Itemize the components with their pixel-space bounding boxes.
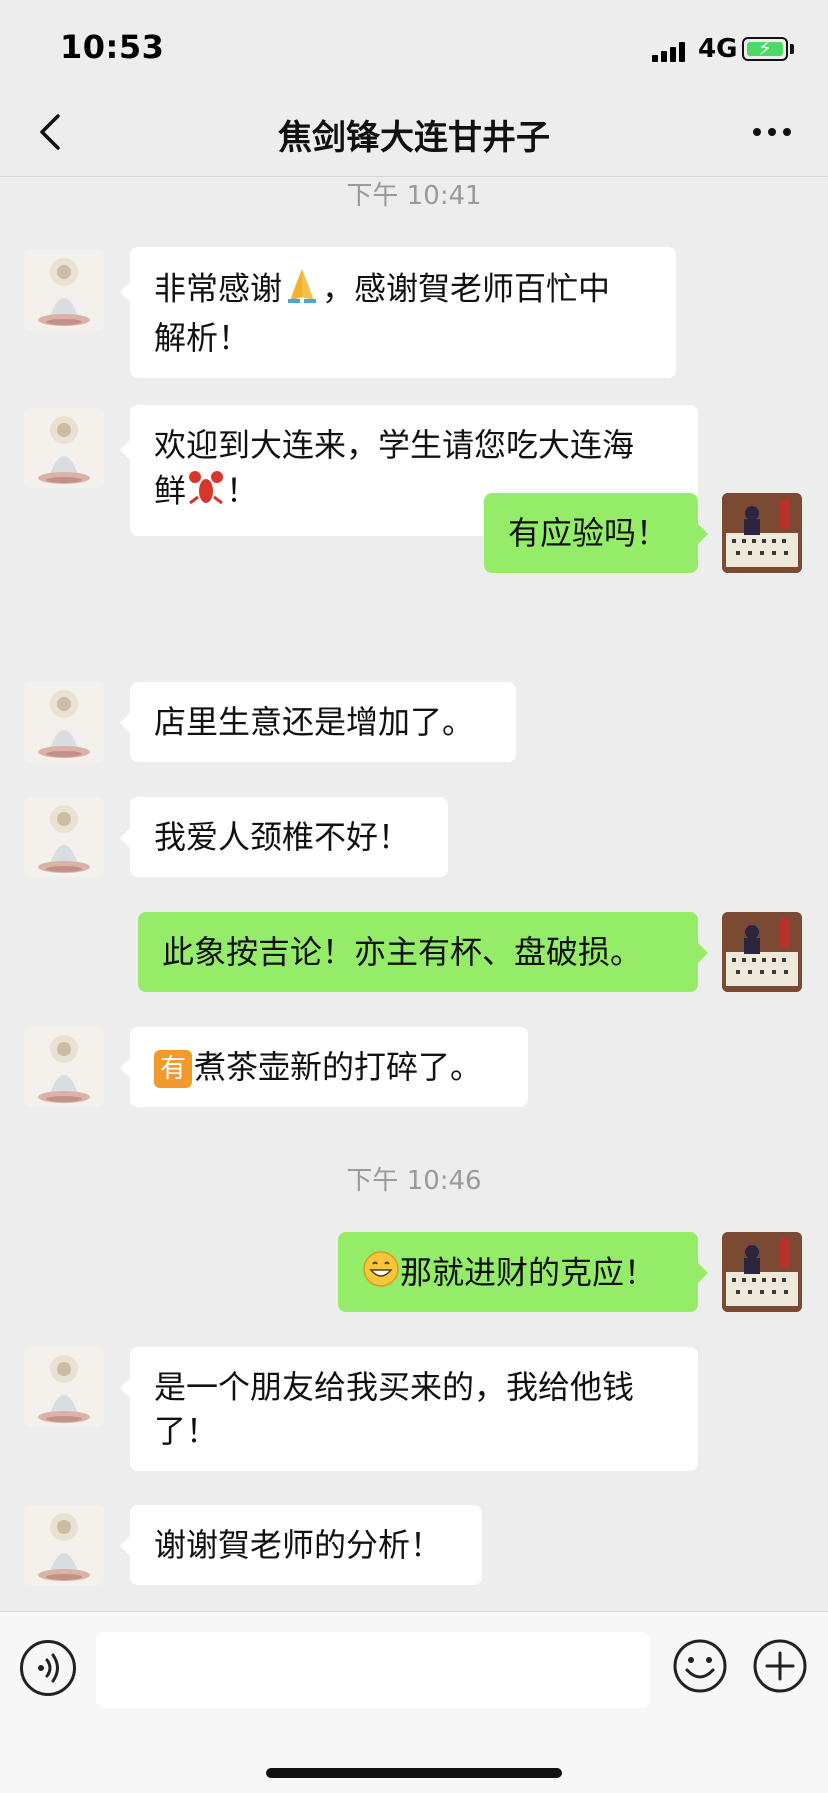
message-bubble[interactable]: 那就进财的克应！ (338, 1232, 698, 1312)
you-badge-icon: 有 (154, 1050, 192, 1088)
plus-icon (753, 1639, 807, 1693)
chat-title: 焦剑锋大连甘井子 (278, 118, 550, 158)
more-actions-button[interactable] (752, 1638, 808, 1694)
message-text: 店里生意还是增加了。 (154, 703, 475, 741)
message-text: ！ (226, 471, 259, 510)
guanyin-avatar-image (24, 1347, 104, 1427)
my-avatar[interactable] (722, 1232, 802, 1312)
message-text: 我爱人颈椎不好！ (154, 818, 411, 856)
charging-bolt-icon: ⚡ (758, 36, 773, 60)
guanyin-avatar-image (24, 797, 104, 877)
message-text: 鲜 (154, 471, 187, 510)
battery-cap (790, 44, 794, 54)
contact-avatar[interactable] (24, 408, 104, 488)
status-bar: 10:53 4G ⚡ (0, 0, 828, 88)
message-text: 谢谢賀老师的分析！ (154, 1526, 443, 1564)
message-text: 有应验吗！ (508, 514, 669, 552)
message-bubble[interactable]: 此象按吉论！亦主有杯、盘破损。 (138, 912, 698, 992)
lobster-emoji (186, 467, 226, 518)
emoji-button[interactable] (672, 1638, 728, 1694)
calligraphy-avatar-image (722, 912, 802, 992)
calligraphy-avatar-image (722, 493, 802, 573)
contact-avatar[interactable] (24, 797, 104, 877)
contact-avatar[interactable] (24, 682, 104, 762)
message-bubble[interactable]: 有应验吗！ (484, 493, 698, 573)
guanyin-avatar-image (24, 1027, 104, 1107)
message-text: 解析！ (154, 319, 251, 357)
message-text: 了！ (154, 1412, 219, 1450)
contact-avatar[interactable] (24, 1027, 104, 1107)
message-input[interactable] (96, 1632, 650, 1708)
message-bubble[interactable]: 是一个朋友给我买来的，我给他钱 了！ (130, 1347, 698, 1471)
message-bubble[interactable]: 我爱人颈椎不好！ (130, 797, 448, 877)
message-text: ，感谢賀老师百忙中 (322, 269, 611, 308)
smiley-icon (673, 1639, 727, 1693)
network-type: 4G (698, 34, 738, 64)
message-text: 那就进财的克应！ (400, 1253, 657, 1292)
nav-bar: 焦剑锋大连甘井子 (0, 88, 828, 177)
guanyin-avatar-image (24, 250, 104, 330)
my-avatar[interactable] (722, 912, 802, 992)
voice-wave-icon (38, 1653, 59, 1683)
status-time: 10:53 (60, 28, 165, 66)
contact-avatar[interactable] (24, 250, 104, 330)
message-text: 非常感谢 (154, 269, 283, 308)
chat-area[interactable]: 下午 10:41 非常感谢 ，感谢賀老师百忙中 解析！ 欢迎到大连来，学生请您吃大… (0, 177, 828, 1611)
message-bubble[interactable]: 谢谢賀老师的分析！ (130, 1505, 482, 1585)
contact-avatar[interactable] (24, 1347, 104, 1427)
contact-avatar[interactable] (24, 1505, 104, 1585)
more-button[interactable] (742, 106, 802, 158)
guanyin-avatar-image (24, 682, 104, 762)
home-indicator (266, 1768, 562, 1778)
message-text: 煮茶壶新的打碎了。 (194, 1048, 483, 1086)
voice-input-button[interactable] (20, 1640, 76, 1696)
pray-emoji (282, 265, 322, 316)
cellular-signal-icon (652, 40, 688, 62)
calligraphy-avatar-image (722, 1232, 802, 1312)
message-bubble[interactable]: 店里生意还是增加了。 (130, 682, 516, 762)
message-bubble[interactable]: 非常感谢 ，感谢賀老师百忙中 解析！ (130, 247, 676, 378)
input-bar (0, 1611, 828, 1793)
timestamp: 下午 10:41 (346, 181, 482, 211)
message-bubble[interactable]: 有煮茶壶新的打碎了。 (130, 1027, 528, 1107)
my-avatar[interactable] (722, 493, 802, 573)
message-text: 是一个朋友给我买来的，我给他钱 (154, 1368, 635, 1406)
grin-emoji (362, 1250, 400, 1299)
message-text: 欢迎到大连来，学生请您吃大连海 (154, 426, 635, 464)
more-dots-icon (753, 128, 791, 136)
guanyin-avatar-image (24, 408, 104, 488)
timestamp: 下午 10:46 (346, 1166, 482, 1196)
guanyin-avatar-image (24, 1505, 104, 1585)
message-text: 此象按吉论！亦主有杯、盘破损。 (162, 933, 643, 971)
